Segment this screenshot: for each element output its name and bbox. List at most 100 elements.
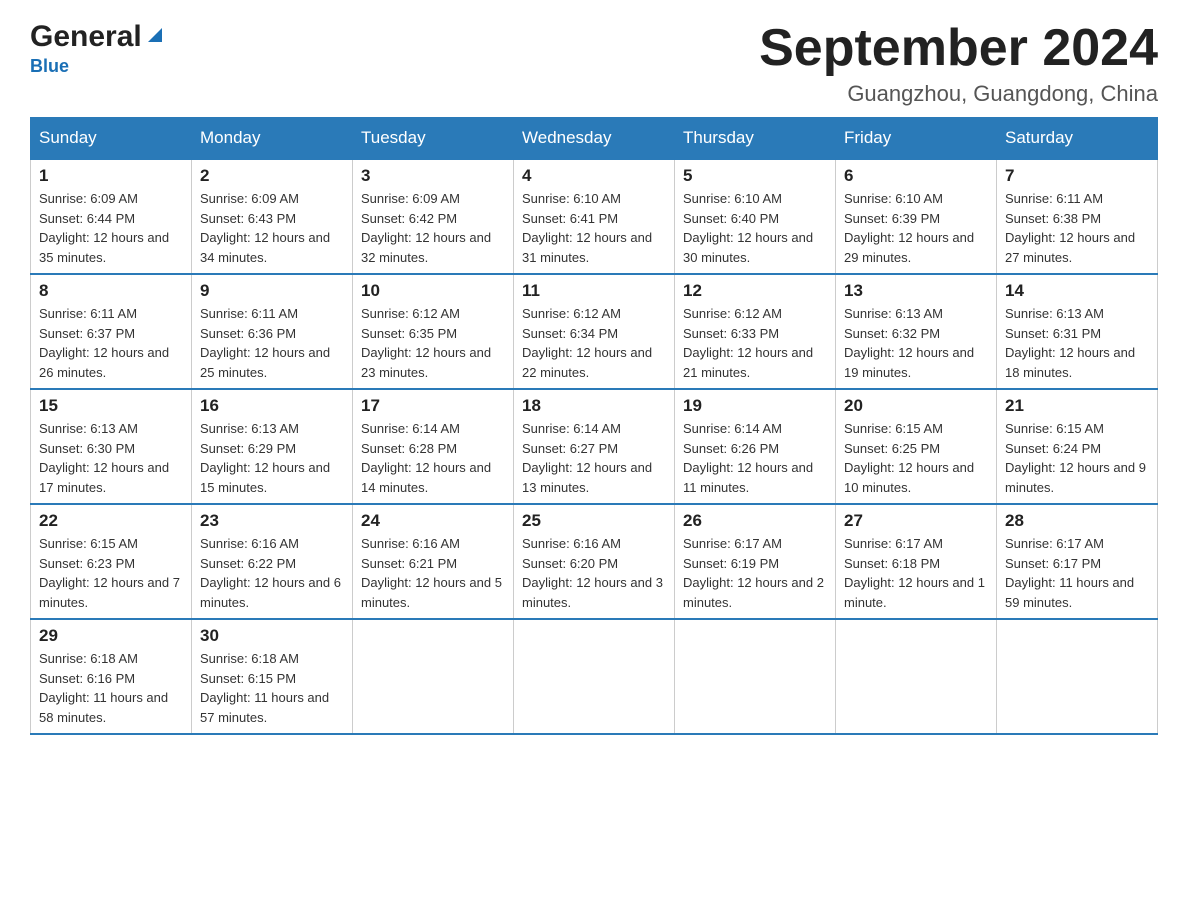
day-number: 30 [200, 626, 344, 646]
calendar-cell: 8 Sunrise: 6:11 AMSunset: 6:37 PMDayligh… [31, 274, 192, 389]
day-info: Sunrise: 6:12 AMSunset: 6:35 PMDaylight:… [361, 306, 491, 380]
weekday-header-monday: Monday [192, 118, 353, 160]
day-info: Sunrise: 6:10 AMSunset: 6:41 PMDaylight:… [522, 191, 652, 265]
calendar-cell: 18 Sunrise: 6:14 AMSunset: 6:27 PMDaylig… [514, 389, 675, 504]
calendar-cell: 30 Sunrise: 6:18 AMSunset: 6:15 PMDaylig… [192, 619, 353, 734]
calendar-cell: 29 Sunrise: 6:18 AMSunset: 6:16 PMDaylig… [31, 619, 192, 734]
day-number: 22 [39, 511, 183, 531]
day-number: 13 [844, 281, 988, 301]
calendar-cell: 21 Sunrise: 6:15 AMSunset: 6:24 PMDaylig… [997, 389, 1158, 504]
logo-general-text: General [30, 20, 142, 54]
day-number: 12 [683, 281, 827, 301]
day-number: 20 [844, 396, 988, 416]
day-number: 8 [39, 281, 183, 301]
day-number: 1 [39, 166, 183, 186]
day-info: Sunrise: 6:10 AMSunset: 6:40 PMDaylight:… [683, 191, 813, 265]
calendar-cell: 4 Sunrise: 6:10 AMSunset: 6:41 PMDayligh… [514, 159, 675, 274]
logo-triangle-icon [144, 24, 166, 46]
logo-blue-text: Blue [30, 56, 69, 77]
calendar-cell: 6 Sunrise: 6:10 AMSunset: 6:39 PMDayligh… [836, 159, 997, 274]
calendar-cell: 3 Sunrise: 6:09 AMSunset: 6:42 PMDayligh… [353, 159, 514, 274]
calendar-cell: 19 Sunrise: 6:14 AMSunset: 6:26 PMDaylig… [675, 389, 836, 504]
day-info: Sunrise: 6:17 AMSunset: 6:19 PMDaylight:… [683, 536, 824, 610]
weekday-header-thursday: Thursday [675, 118, 836, 160]
calendar-cell: 17 Sunrise: 6:14 AMSunset: 6:28 PMDaylig… [353, 389, 514, 504]
day-info: Sunrise: 6:16 AMSunset: 6:20 PMDaylight:… [522, 536, 663, 610]
day-info: Sunrise: 6:17 AMSunset: 6:17 PMDaylight:… [1005, 536, 1134, 610]
calendar-cell [675, 619, 836, 734]
day-info: Sunrise: 6:15 AMSunset: 6:23 PMDaylight:… [39, 536, 180, 610]
day-number: 5 [683, 166, 827, 186]
day-number: 2 [200, 166, 344, 186]
calendar-cell: 28 Sunrise: 6:17 AMSunset: 6:17 PMDaylig… [997, 504, 1158, 619]
calendar-cell: 14 Sunrise: 6:13 AMSunset: 6:31 PMDaylig… [997, 274, 1158, 389]
calendar-cell: 9 Sunrise: 6:11 AMSunset: 6:36 PMDayligh… [192, 274, 353, 389]
week-row-2: 8 Sunrise: 6:11 AMSunset: 6:37 PMDayligh… [31, 274, 1158, 389]
calendar-cell: 10 Sunrise: 6:12 AMSunset: 6:35 PMDaylig… [353, 274, 514, 389]
day-number: 15 [39, 396, 183, 416]
day-info: Sunrise: 6:10 AMSunset: 6:39 PMDaylight:… [844, 191, 974, 265]
day-number: 11 [522, 281, 666, 301]
weekday-header-wednesday: Wednesday [514, 118, 675, 160]
calendar-cell: 20 Sunrise: 6:15 AMSunset: 6:25 PMDaylig… [836, 389, 997, 504]
calendar-cell: 26 Sunrise: 6:17 AMSunset: 6:19 PMDaylig… [675, 504, 836, 619]
day-number: 19 [683, 396, 827, 416]
day-info: Sunrise: 6:13 AMSunset: 6:29 PMDaylight:… [200, 421, 330, 495]
location-subtitle: Guangzhou, Guangdong, China [759, 81, 1158, 107]
calendar-cell [836, 619, 997, 734]
day-number: 6 [844, 166, 988, 186]
day-info: Sunrise: 6:13 AMSunset: 6:30 PMDaylight:… [39, 421, 169, 495]
day-info: Sunrise: 6:17 AMSunset: 6:18 PMDaylight:… [844, 536, 985, 610]
day-number: 14 [1005, 281, 1149, 301]
calendar-cell [997, 619, 1158, 734]
day-info: Sunrise: 6:11 AMSunset: 6:36 PMDaylight:… [200, 306, 330, 380]
day-number: 7 [1005, 166, 1149, 186]
weekday-header-sunday: Sunday [31, 118, 192, 160]
day-info: Sunrise: 6:18 AMSunset: 6:15 PMDaylight:… [200, 651, 329, 725]
day-number: 16 [200, 396, 344, 416]
day-info: Sunrise: 6:09 AMSunset: 6:44 PMDaylight:… [39, 191, 169, 265]
day-number: 10 [361, 281, 505, 301]
day-number: 3 [361, 166, 505, 186]
day-info: Sunrise: 6:11 AMSunset: 6:37 PMDaylight:… [39, 306, 169, 380]
day-number: 4 [522, 166, 666, 186]
day-info: Sunrise: 6:16 AMSunset: 6:22 PMDaylight:… [200, 536, 341, 610]
day-number: 27 [844, 511, 988, 531]
calendar-cell: 23 Sunrise: 6:16 AMSunset: 6:22 PMDaylig… [192, 504, 353, 619]
day-number: 23 [200, 511, 344, 531]
weekday-header-saturday: Saturday [997, 118, 1158, 160]
calendar-cell: 25 Sunrise: 6:16 AMSunset: 6:20 PMDaylig… [514, 504, 675, 619]
day-info: Sunrise: 6:15 AMSunset: 6:24 PMDaylight:… [1005, 421, 1146, 495]
day-number: 25 [522, 511, 666, 531]
calendar-cell [514, 619, 675, 734]
day-number: 29 [39, 626, 183, 646]
day-info: Sunrise: 6:15 AMSunset: 6:25 PMDaylight:… [844, 421, 974, 495]
day-info: Sunrise: 6:09 AMSunset: 6:43 PMDaylight:… [200, 191, 330, 265]
weekday-header-friday: Friday [836, 118, 997, 160]
calendar-cell: 2 Sunrise: 6:09 AMSunset: 6:43 PMDayligh… [192, 159, 353, 274]
day-number: 18 [522, 396, 666, 416]
day-number: 17 [361, 396, 505, 416]
calendar-cell: 1 Sunrise: 6:09 AMSunset: 6:44 PMDayligh… [31, 159, 192, 274]
calendar-cell: 27 Sunrise: 6:17 AMSunset: 6:18 PMDaylig… [836, 504, 997, 619]
week-row-3: 15 Sunrise: 6:13 AMSunset: 6:30 PMDaylig… [31, 389, 1158, 504]
calendar-cell: 16 Sunrise: 6:13 AMSunset: 6:29 PMDaylig… [192, 389, 353, 504]
calendar-table: SundayMondayTuesdayWednesdayThursdayFrid… [30, 117, 1158, 735]
calendar-cell: 11 Sunrise: 6:12 AMSunset: 6:34 PMDaylig… [514, 274, 675, 389]
day-info: Sunrise: 6:09 AMSunset: 6:42 PMDaylight:… [361, 191, 491, 265]
calendar-cell: 24 Sunrise: 6:16 AMSunset: 6:21 PMDaylig… [353, 504, 514, 619]
day-info: Sunrise: 6:13 AMSunset: 6:32 PMDaylight:… [844, 306, 974, 380]
day-number: 28 [1005, 511, 1149, 531]
page-header: General Blue September 2024 Guangzhou, G… [30, 20, 1158, 107]
weekday-header-row: SundayMondayTuesdayWednesdayThursdayFrid… [31, 118, 1158, 160]
day-info: Sunrise: 6:11 AMSunset: 6:38 PMDaylight:… [1005, 191, 1135, 265]
calendar-cell: 13 Sunrise: 6:13 AMSunset: 6:32 PMDaylig… [836, 274, 997, 389]
week-row-5: 29 Sunrise: 6:18 AMSunset: 6:16 PMDaylig… [31, 619, 1158, 734]
day-info: Sunrise: 6:14 AMSunset: 6:28 PMDaylight:… [361, 421, 491, 495]
title-section: September 2024 Guangzhou, Guangdong, Chi… [759, 20, 1158, 107]
calendar-cell [353, 619, 514, 734]
calendar-cell: 7 Sunrise: 6:11 AMSunset: 6:38 PMDayligh… [997, 159, 1158, 274]
day-info: Sunrise: 6:13 AMSunset: 6:31 PMDaylight:… [1005, 306, 1135, 380]
day-number: 26 [683, 511, 827, 531]
day-info: Sunrise: 6:12 AMSunset: 6:33 PMDaylight:… [683, 306, 813, 380]
